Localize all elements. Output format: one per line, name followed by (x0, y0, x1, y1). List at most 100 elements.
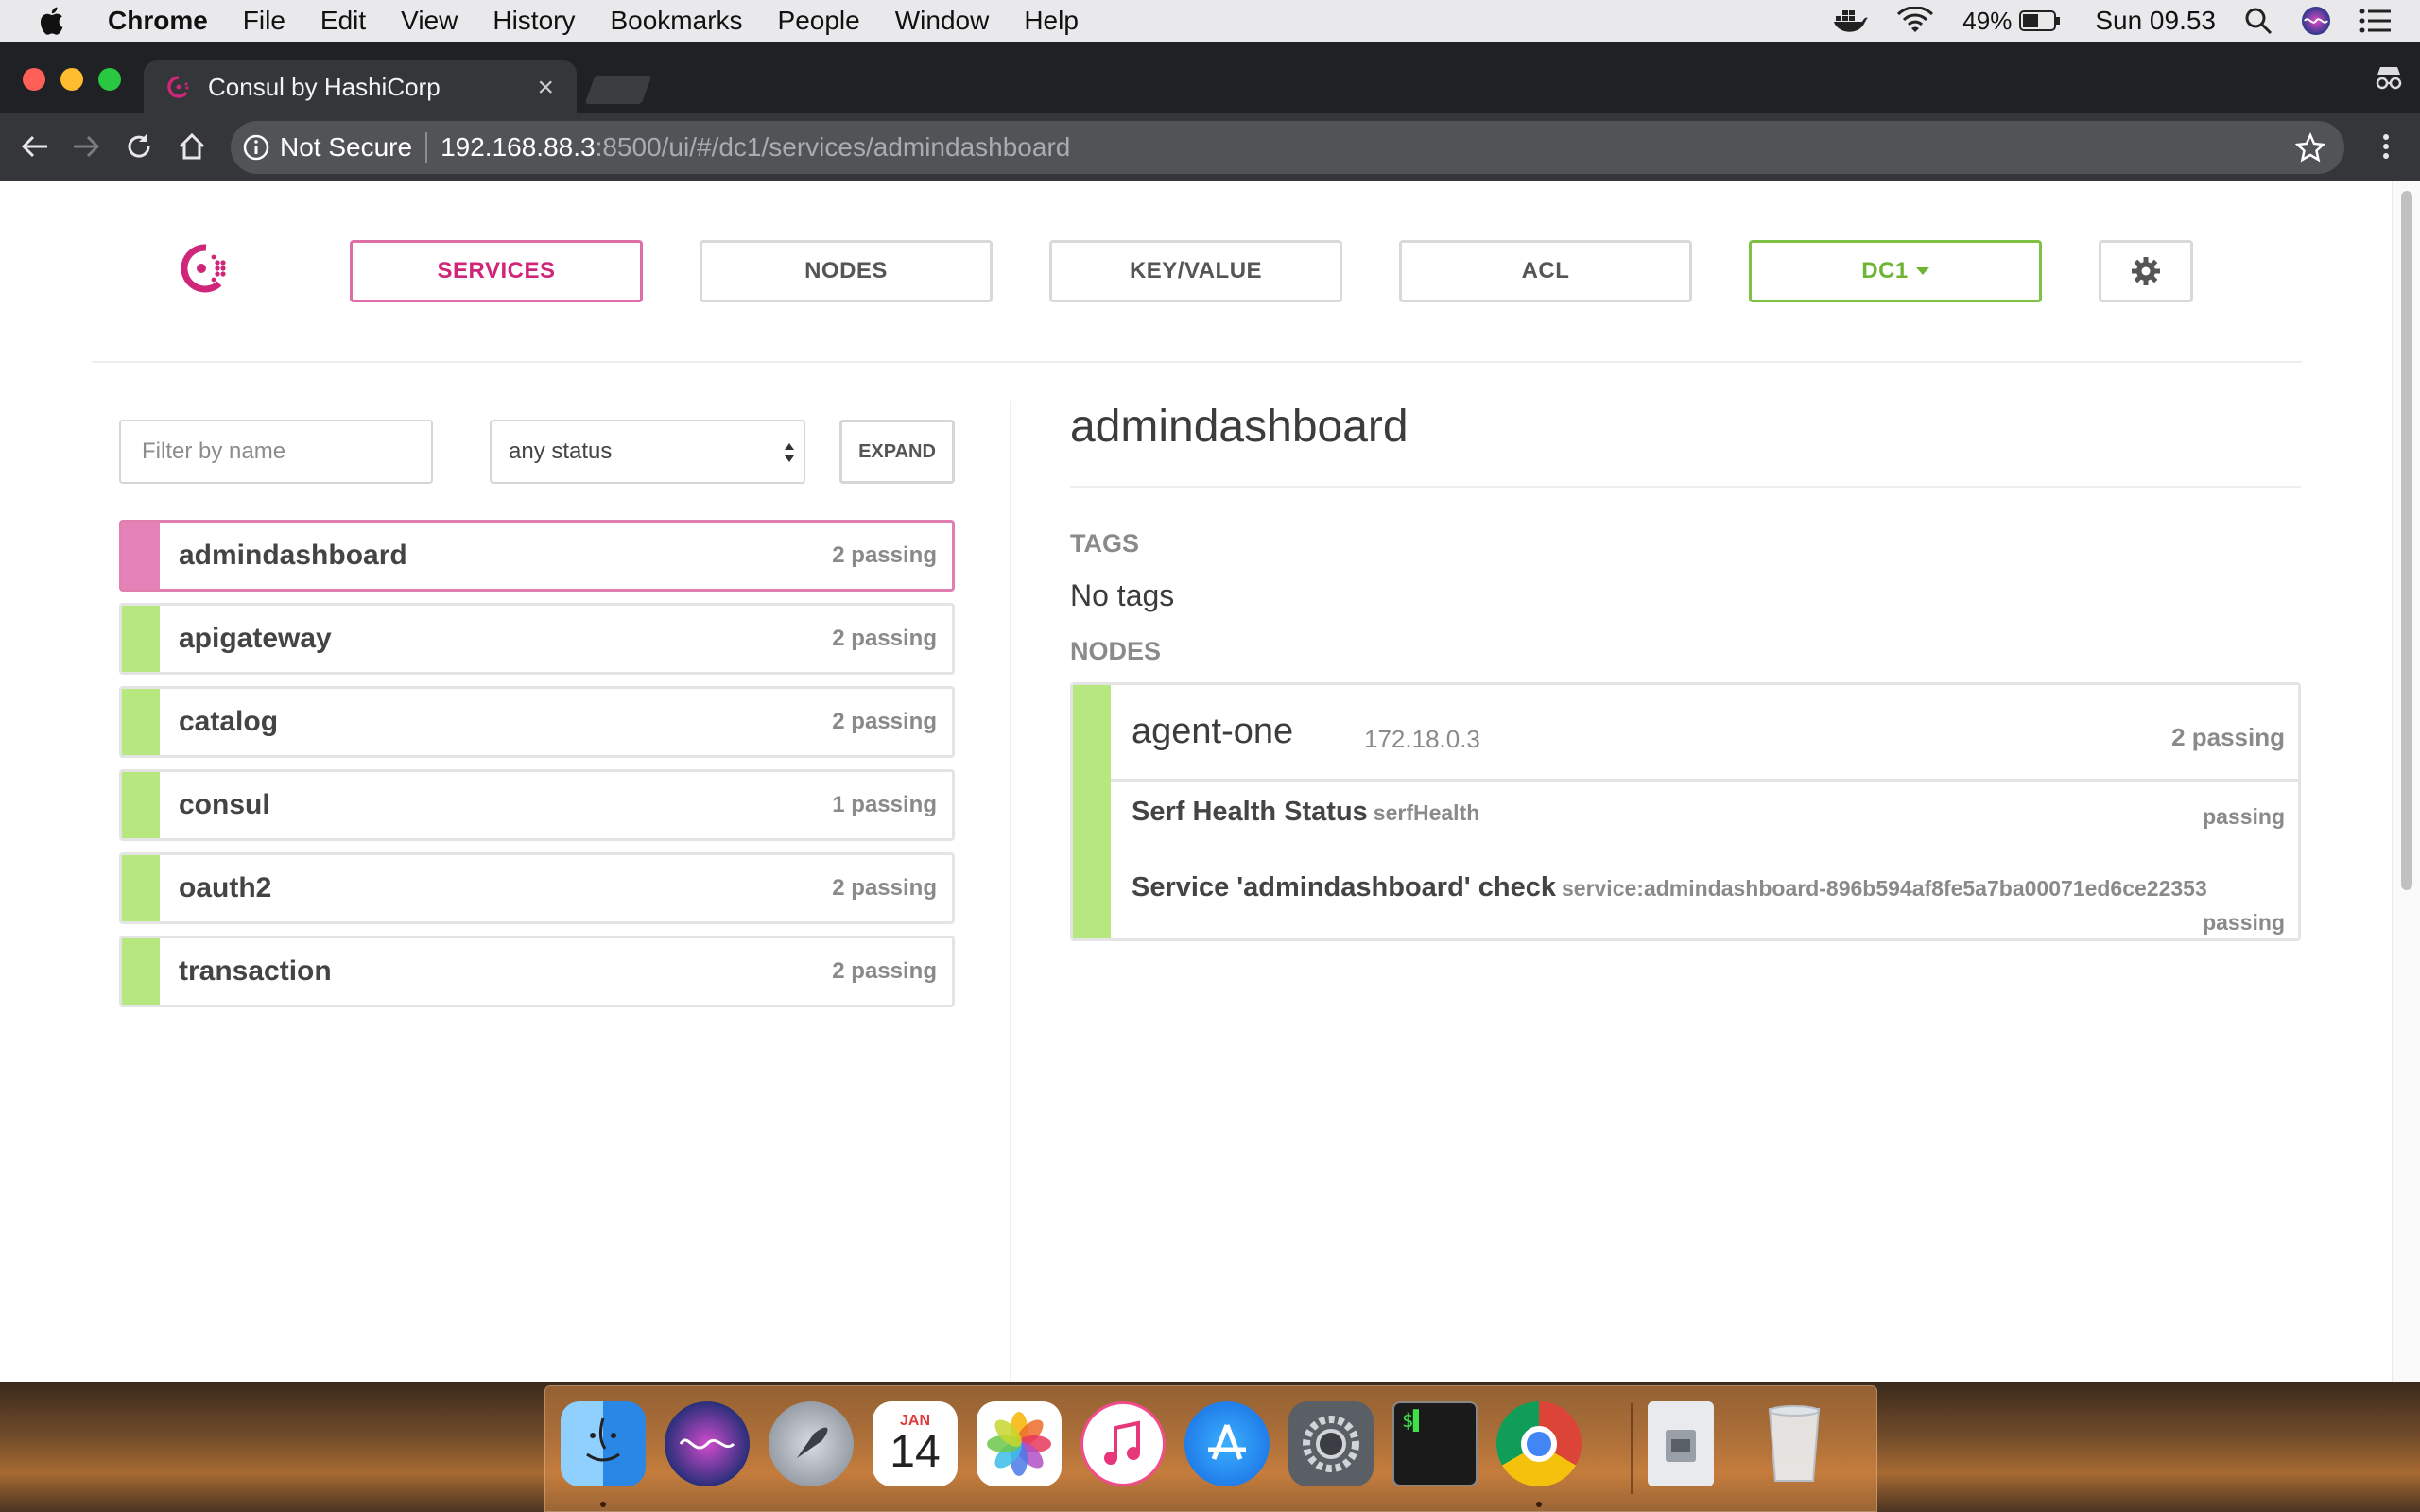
app-store-icon[interactable] (1184, 1401, 1270, 1486)
status-filter-select[interactable]: any status (490, 420, 805, 484)
service-item-transaction[interactable]: transaction 2 passing (119, 936, 955, 1007)
service-item-apigateway[interactable]: apigateway 2 passing (119, 603, 955, 675)
url-path: :8500/ui/#/dc1/services/admindashboard (595, 132, 1071, 162)
finder-icon[interactable] (561, 1401, 646, 1486)
expand-button[interactable]: EXPAND (839, 420, 955, 484)
browser-toolbar: Not Secure 192.168.88.3 :8500/ui/#/dc1/s… (0, 113, 2420, 181)
service-name: admindashboard (179, 540, 407, 571)
health-check-title: Serf Health Status (1132, 797, 1368, 827)
menu-bookmarks[interactable]: Bookmarks (610, 6, 742, 36)
info-icon[interactable] (242, 133, 270, 162)
service-detail-title: admindashboard (1070, 402, 1409, 452)
node-check-count: 2 passing (2171, 723, 2285, 751)
photos-icon[interactable] (977, 1401, 1062, 1486)
window-minimize-button[interactable] (60, 68, 83, 91)
apple-icon[interactable] (36, 4, 70, 38)
health-check-id: service:admindashboard-896b594af8fe5a7ba… (1561, 876, 2207, 901)
forward-arrow-icon[interactable] (70, 130, 102, 163)
service-status-bar (122, 772, 160, 838)
service-item-catalog[interactable]: catalog 2 passing (119, 686, 955, 758)
service-status-bar (122, 938, 160, 1005)
incognito-icon[interactable] (2375, 64, 2403, 91)
finder-running-indicator (600, 1502, 606, 1507)
nav-services-button[interactable]: SERVICES (350, 240, 643, 302)
health-check-name: Serf Health Status serfHealth (1132, 797, 1479, 828)
service-name: catalog (179, 706, 279, 737)
terminal-icon[interactable]: $▌ (1392, 1401, 1478, 1486)
downloads-stack-icon[interactable] (1648, 1401, 1714, 1486)
notification-center-icon[interactable] (2360, 8, 2392, 34)
health-check-name: Service 'admindashboard' check service:ad… (1132, 872, 2207, 903)
chrome-running-indicator (1536, 1502, 1542, 1507)
settings-button[interactable] (2099, 240, 2193, 302)
gear-icon (2132, 257, 2160, 285)
filter-by-name-input[interactable] (119, 420, 433, 484)
menu-view[interactable]: View (401, 6, 458, 36)
page-scrollbar[interactable] (2392, 181, 2420, 1382)
menu-app-name[interactable]: Chrome (108, 6, 208, 36)
window-zoom-button[interactable] (98, 68, 121, 91)
node-status-bar (1073, 685, 1111, 938)
spotlight-search-icon[interactable] (2244, 7, 2273, 35)
window-close-button[interactable] (23, 68, 45, 91)
siri-dock-icon[interactable] (665, 1401, 750, 1486)
health-check-title: Service 'admindashboard' check (1132, 872, 1556, 902)
nav-nodes-button[interactable]: NODES (700, 240, 993, 302)
column-divider (1010, 401, 1011, 1382)
menu-file[interactable]: File (243, 6, 285, 36)
battery-icon[interactable] (2019, 9, 2061, 32)
menu-clock[interactable]: Sun 09.53 (2095, 6, 2216, 36)
menu-help[interactable]: Help (1024, 6, 1079, 36)
node-header[interactable]: agent-one 172.18.0.3 2 passing (1111, 685, 2298, 782)
tags-value: No tags (1070, 578, 1175, 612)
address-bar[interactable]: Not Secure 192.168.88.3 :8500/ui/#/dc1/s… (231, 121, 2344, 174)
service-item-oauth2[interactable]: oauth2 2 passing (119, 852, 955, 924)
docker-icon[interactable] (1832, 7, 1869, 35)
menu-people[interactable]: People (778, 6, 860, 36)
home-icon[interactable] (176, 130, 208, 163)
scrollbar-thumb[interactable] (2401, 191, 2412, 890)
service-check-count: 2 passing (832, 626, 937, 651)
page-viewport: SERVICES NODES KEY/VALUE ACL DC1 any sta… (0, 181, 2420, 1382)
consul-favicon-icon (167, 76, 189, 98)
address-separator (425, 132, 428, 163)
bookmark-star-icon[interactable] (2295, 132, 2325, 163)
nav-acl-button[interactable]: ACL (1399, 240, 1692, 302)
caret-down-icon (1915, 267, 1929, 275)
system-preferences-gear-icon[interactable] (1288, 1401, 1374, 1486)
service-list: admindashboard 2 passing apigateway 2 pa… (119, 520, 955, 1019)
menu-history[interactable]: History (493, 6, 575, 36)
health-check-status: passing (2203, 804, 2285, 829)
service-item-consul[interactable]: consul 1 passing (119, 769, 955, 841)
security-label[interactable]: Not Secure (280, 132, 412, 163)
siri-icon[interactable] (2301, 6, 2331, 36)
music-icon[interactable] (1080, 1401, 1166, 1486)
consul-logo-icon[interactable] (174, 240, 231, 297)
trash-icon[interactable] (1752, 1401, 1837, 1486)
dock-separator (1631, 1403, 1633, 1494)
browser-tab[interactable]: Consul by HashiCorp × (144, 60, 577, 113)
tab-close-icon[interactable]: × (537, 72, 554, 104)
service-check-count: 2 passing (832, 958, 937, 984)
menu-window[interactable]: Window (895, 6, 990, 36)
detail-divider (1070, 486, 2301, 488)
chrome-dock-icon[interactable] (1496, 1401, 1582, 1486)
back-arrow-icon[interactable] (19, 130, 51, 163)
calendar-icon[interactable]: JAN 14 (873, 1401, 958, 1486)
new-tab-button[interactable] (584, 76, 652, 104)
nav-keyvalue-button[interactable]: KEY/VALUE (1049, 240, 1342, 302)
header-divider (92, 361, 2302, 363)
chrome-menu-icon[interactable] (2375, 130, 2397, 163)
wifi-icon[interactable] (1896, 7, 1934, 35)
launchpad-rocket-icon[interactable] (769, 1401, 854, 1486)
service-name: transaction (179, 955, 332, 987)
datacenter-dropdown[interactable]: DC1 (1749, 240, 2042, 302)
service-name: consul (179, 789, 270, 820)
battery-percentage: 49% (1962, 6, 2013, 35)
service-item-admindashboard[interactable]: admindashboard 2 passing (119, 520, 955, 592)
calendar-day: 14 (890, 1427, 941, 1477)
reload-icon[interactable] (123, 130, 155, 163)
menu-edit[interactable]: Edit (320, 6, 366, 36)
service-check-count: 2 passing (832, 709, 937, 734)
node-name[interactable]: agent-one (1132, 712, 1293, 752)
